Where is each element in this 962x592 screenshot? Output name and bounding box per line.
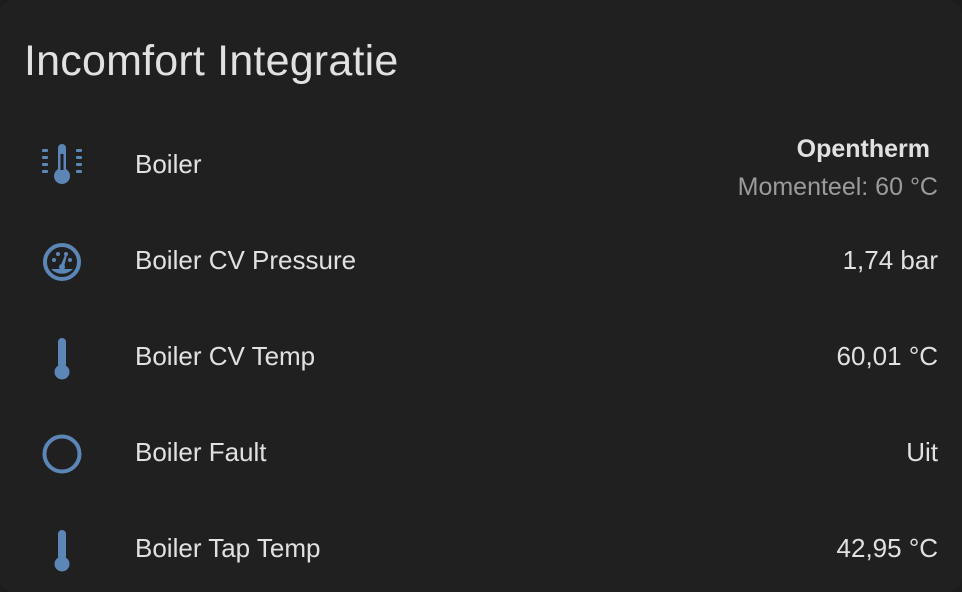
entities-card: Incomfort Integratie Boiler Opentherm Mo… xyxy=(0,0,962,592)
thermostat-icon xyxy=(38,140,86,188)
entity-name: Boiler Fault xyxy=(135,437,267,467)
entity-row-boiler-cv-pressure[interactable]: Boiler CV Pressure 1,74 bar xyxy=(0,212,962,308)
entity-row-boiler-cv-temp[interactable]: Boiler CV Temp 60,01 °C xyxy=(0,308,962,404)
entity-row-boiler-tap-temp[interactable]: Boiler Tap Temp 42,95 °C xyxy=(0,500,962,592)
entity-state: 1,74 bar xyxy=(842,245,938,275)
entity-name: Boiler CV Pressure xyxy=(135,245,357,275)
entity-name: Boiler Tap Temp xyxy=(135,533,321,563)
card-title: Incomfort Integratie xyxy=(24,37,399,85)
thermometer-icon xyxy=(38,334,86,382)
gauge-icon xyxy=(38,238,86,286)
current-temperature: Momenteel: 60 °C xyxy=(737,173,938,201)
entity-row-boiler-fault[interactable]: Boiler Fault Uit xyxy=(0,404,962,500)
thermometer-icon xyxy=(38,526,86,574)
entity-state: 60,01 °C xyxy=(836,341,938,371)
entity-row-boiler[interactable]: Boiler Opentherm Momenteel: 60 °C xyxy=(0,116,962,212)
circle-outline-icon xyxy=(38,430,86,478)
entity-state: Uit xyxy=(906,437,938,467)
entity-state: 42,95 °C xyxy=(836,533,938,563)
entity-name: Boiler xyxy=(135,149,202,179)
entity-name: Boiler CV Temp xyxy=(135,341,316,371)
hvac-mode: Opentherm xyxy=(796,135,930,163)
